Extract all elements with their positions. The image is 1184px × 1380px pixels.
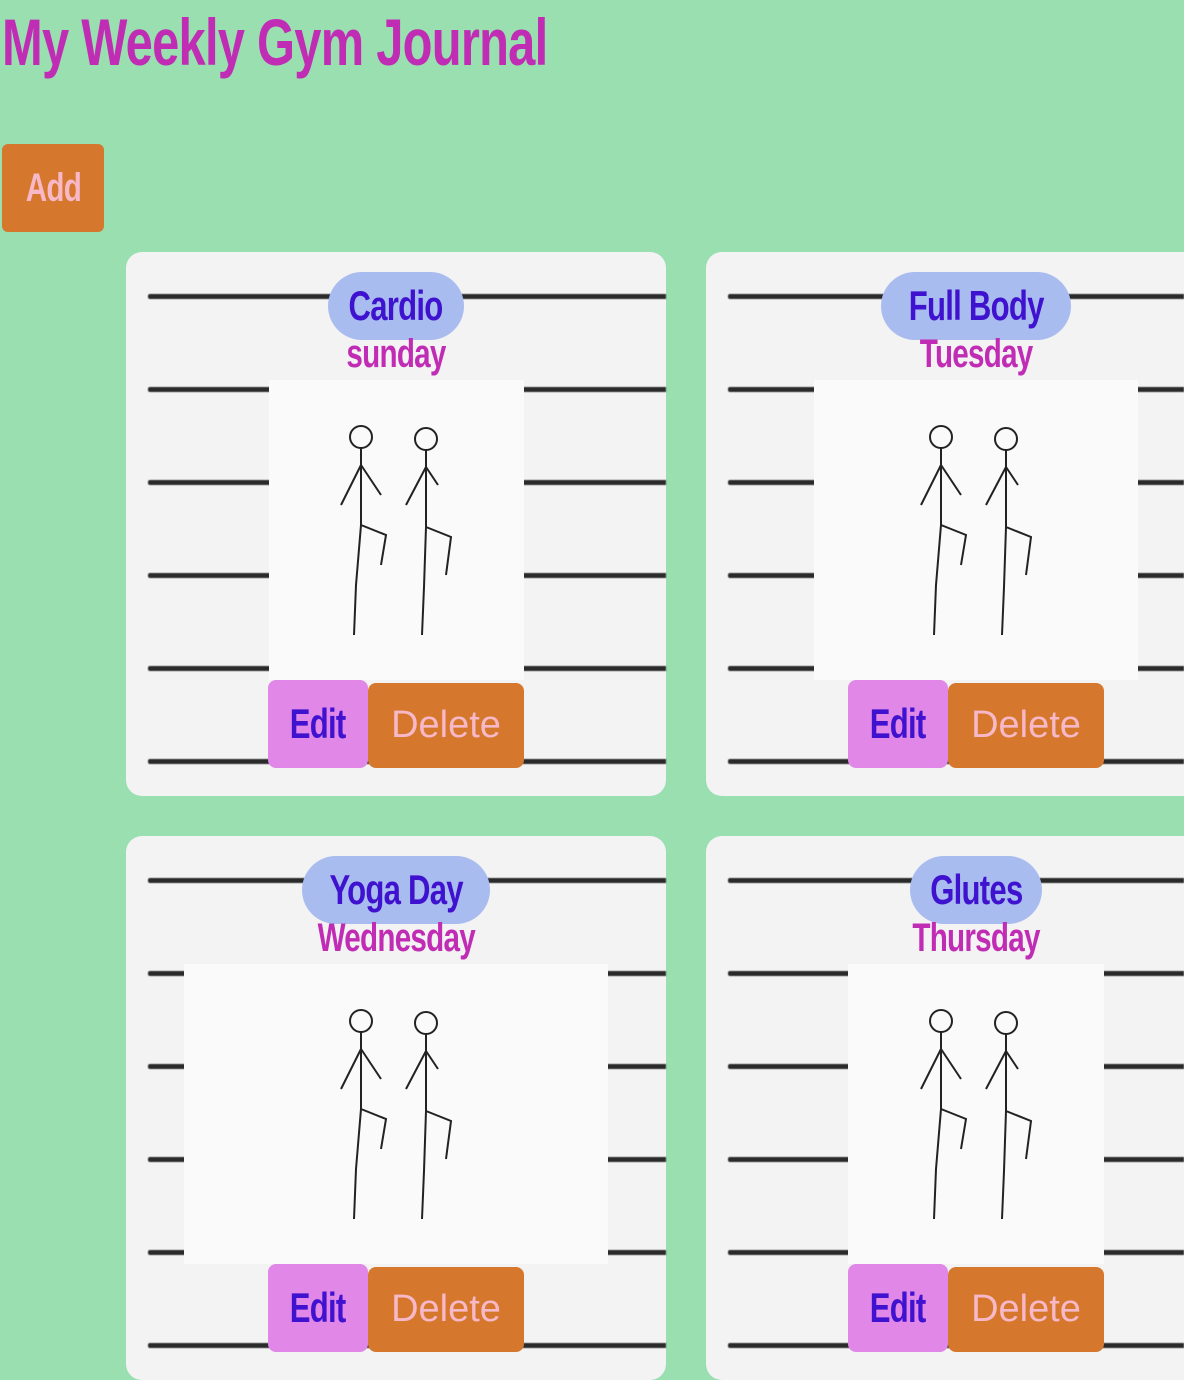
delete-button[interactable]: Delete — [368, 683, 524, 768]
card-actions: Edit Delete — [268, 1264, 524, 1352]
workout-name-badge: Full Body — [880, 272, 1072, 340]
add-button[interactable]: Add — [2, 144, 104, 232]
page-title: My Weekly Gym Journal — [2, 5, 548, 79]
exercise-image — [184, 964, 608, 1264]
edit-button[interactable]: Edit — [268, 680, 368, 768]
edit-button[interactable]: Edit — [848, 680, 948, 768]
exercise-image — [268, 380, 524, 680]
card-content: Cardio sunday Edit Delete — [126, 272, 666, 768]
workout-name-badge: Glutes — [909, 856, 1043, 924]
workout-name-badge: Cardio — [328, 272, 464, 340]
edit-button[interactable]: Edit — [268, 1264, 368, 1352]
card-content: Yoga Day Wednesday Edit Delete — [126, 856, 666, 1352]
card-actions: Edit Delete — [848, 1264, 1104, 1352]
exercise-image — [814, 380, 1138, 680]
workout-day: sunday — [346, 332, 446, 376]
card-content: Glutes Thursday Edit Delete — [706, 856, 1184, 1352]
workout-grid: Cardio sunday Edit Delete Full Body Tues… — [126, 252, 1184, 1380]
delete-button[interactable]: Delete — [948, 683, 1104, 768]
exercise-image — [848, 964, 1104, 1264]
workout-card: Yoga Day Wednesday Edit Delete — [126, 836, 666, 1380]
card-actions: Edit Delete — [848, 680, 1104, 768]
card-content: Full Body Tuesday Edit Delete — [706, 272, 1184, 768]
workout-card: Full Body Tuesday Edit Delete — [706, 252, 1184, 796]
card-actions: Edit Delete — [268, 680, 524, 768]
edit-button[interactable]: Edit — [848, 1264, 948, 1352]
workout-day: Thursday — [912, 916, 1040, 960]
delete-button[interactable]: Delete — [948, 1267, 1104, 1352]
workout-card: Cardio sunday Edit Delete — [126, 252, 666, 796]
delete-button[interactable]: Delete — [368, 1267, 524, 1352]
workout-name-badge: Yoga Day — [301, 856, 491, 924]
workout-day: Tuesday — [919, 332, 1033, 376]
workout-card: Glutes Thursday Edit Delete — [706, 836, 1184, 1380]
workout-day: Wednesday — [317, 916, 475, 960]
